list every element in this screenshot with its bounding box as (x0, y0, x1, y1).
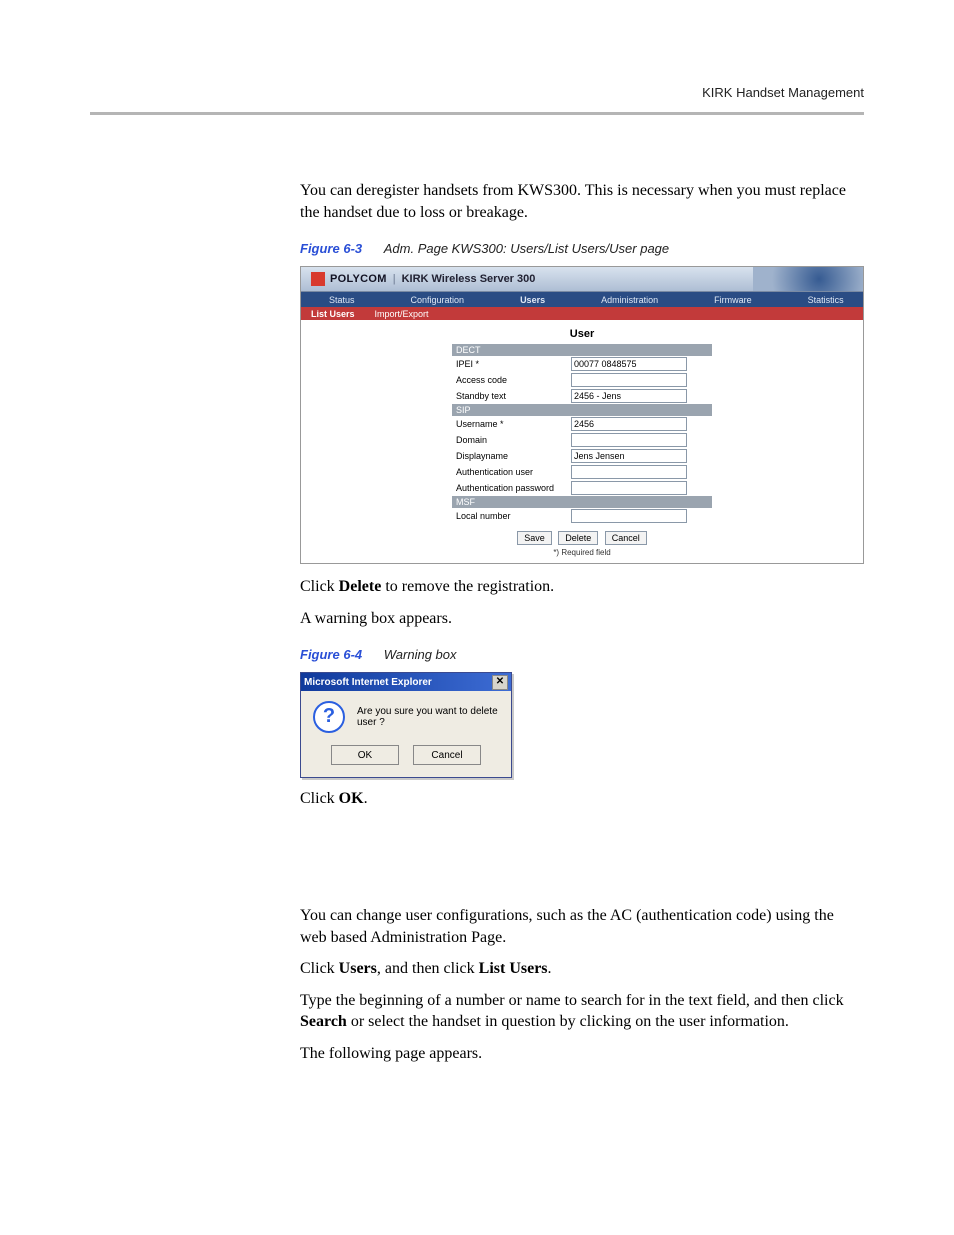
figure-title: Warning box (384, 647, 457, 662)
kws-header: POLYCOM | KIRK Wireless Server 300 (301, 267, 863, 292)
figure-number: Figure 6-4 (300, 647, 362, 662)
label-domain: Domain (452, 435, 571, 445)
nav-configuration[interactable]: Configuration (383, 295, 493, 305)
cancel-button[interactable]: Cancel (605, 531, 647, 545)
cancel-button[interactable]: Cancel (413, 745, 481, 765)
dialog-message: Are you sure you want to delete user ? (357, 706, 499, 728)
header-graphic (753, 267, 863, 291)
user-form-title: User (452, 328, 712, 344)
input-local-number[interactable] (571, 509, 687, 523)
section-msf: MSF (452, 496, 712, 508)
figure-6-4-caption: Figure 6-4 Warning box (300, 647, 864, 662)
label-auth-user: Authentication user (452, 467, 571, 477)
question-icon: ? (313, 701, 345, 733)
nav-status[interactable]: Status (301, 295, 383, 305)
label-ipei: IPEI * (452, 359, 571, 369)
change-config-paragraph: You can change user configurations, such… (300, 905, 864, 948)
nav-firmware[interactable]: Firmware (686, 295, 780, 305)
input-auth-pass[interactable] (571, 481, 687, 495)
kws-main-nav: Status Configuration Users Administratio… (301, 292, 863, 307)
step-search: Type the beginning of a number or name t… (300, 990, 864, 1033)
product-title: KIRK Wireless Server 300 (402, 273, 536, 285)
nav-users[interactable]: Users (492, 295, 573, 305)
section-dect: DECT (452, 344, 712, 356)
warning-appears-paragraph: A warning box appears. (300, 608, 864, 630)
header-rule (90, 112, 864, 115)
dialog-title-text: Microsoft Internet Explorer (304, 677, 432, 688)
input-ipei[interactable] (571, 357, 687, 371)
nav-statistics[interactable]: Statistics (780, 295, 872, 305)
delete-button[interactable]: Delete (558, 531, 598, 545)
dialog-titlebar: Microsoft Internet Explorer ✕ (301, 673, 511, 691)
nav-administration[interactable]: Administration (573, 295, 686, 305)
figure-title: Adm. Page KWS300: Users/List Users/User … (384, 241, 669, 256)
required-note: *) Required field (452, 546, 712, 557)
subnav-import-export[interactable]: Import/Export (365, 309, 439, 319)
subnav-list-users[interactable]: List Users (301, 309, 365, 319)
label-access-code: Access code (452, 375, 571, 385)
label-auth-pass: Authentication password (452, 483, 571, 493)
label-username: Username * (452, 419, 571, 429)
input-access-code[interactable] (571, 373, 687, 387)
step-click-users: Click Users, and then click List Users. (300, 958, 864, 980)
figure-6-3-caption: Figure 6-3 Adm. Page KWS300: Users/List … (300, 241, 864, 256)
label-displayname: Displayname (452, 451, 571, 461)
close-icon[interactable]: ✕ (492, 675, 508, 690)
intro-paragraph: You can deregister handsets from KWS300.… (300, 180, 864, 223)
ok-button[interactable]: OK (331, 745, 399, 765)
input-displayname[interactable] (571, 449, 687, 463)
input-domain[interactable] (571, 433, 687, 447)
kws-sub-nav: List Users Import/Export (301, 307, 863, 320)
warning-dialog: Microsoft Internet Explorer ✕ ? Are you … (300, 672, 512, 778)
following-page-paragraph: The following page appears. (300, 1043, 864, 1065)
figure-number: Figure 6-3 (300, 241, 362, 256)
input-username[interactable] (571, 417, 687, 431)
polycom-logo-icon (311, 272, 325, 286)
brand-label: POLYCOM (330, 273, 387, 285)
label-local-number: Local number (452, 511, 571, 521)
click-ok-paragraph: Click OK. (300, 788, 864, 810)
label-standby-text: Standby text (452, 391, 571, 401)
section-sip: SIP (452, 404, 712, 416)
running-header: KIRK Handset Management (90, 85, 864, 112)
click-delete-paragraph: Click Delete to remove the registration. (300, 576, 864, 598)
input-auth-user[interactable] (571, 465, 687, 479)
save-button[interactable]: Save (517, 531, 552, 545)
kws300-admin-screenshot: POLYCOM | KIRK Wireless Server 300 Statu… (300, 266, 864, 564)
input-standby-text[interactable] (571, 389, 687, 403)
